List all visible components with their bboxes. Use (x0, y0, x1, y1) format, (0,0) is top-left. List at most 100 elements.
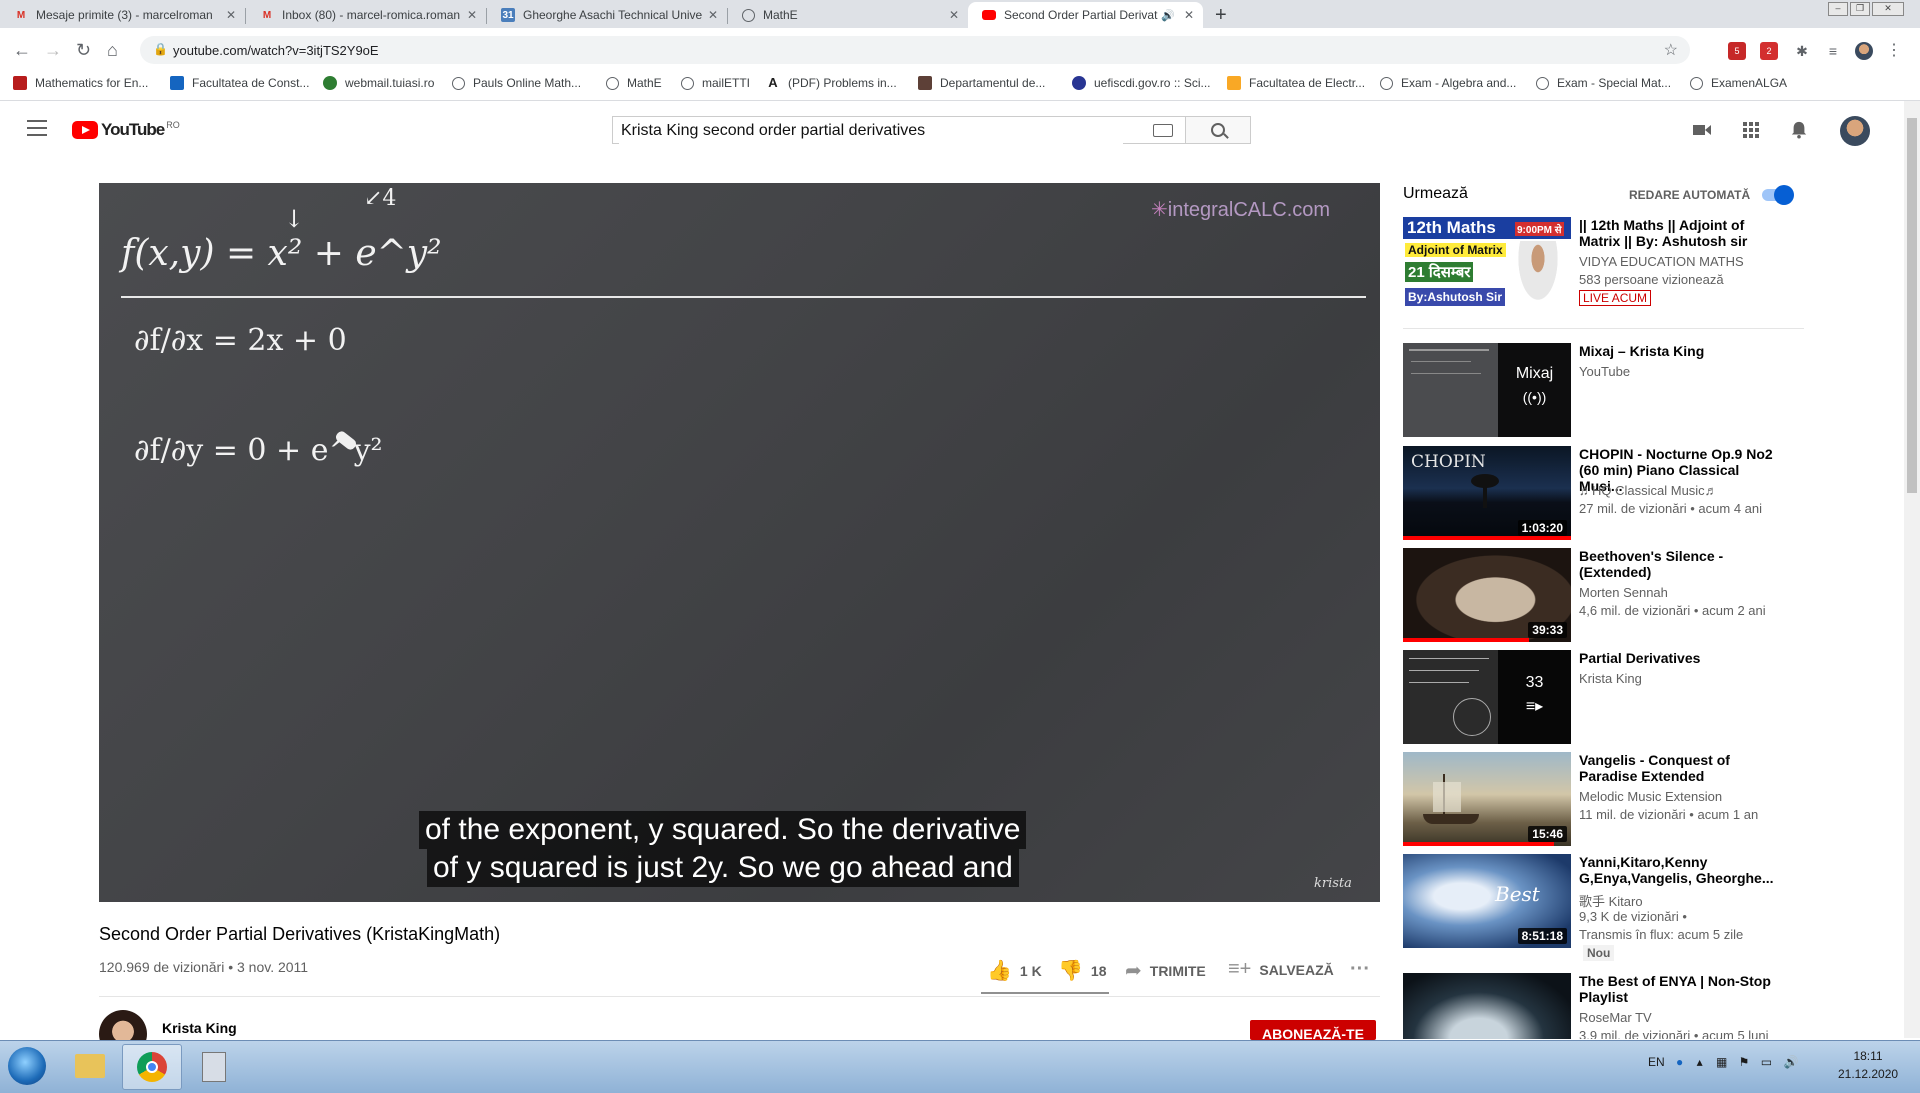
bookmark-item[interactable]: A (PDF) Problems in... (766, 76, 897, 90)
recommendation-item[interactable]: CHOPIN 1:03:20 CHOPIN - Nocturne Op.9 No… (1403, 446, 1798, 540)
language-indicator[interactable]: EN (1648, 1055, 1665, 1069)
minimize-button[interactable]: – (1828, 2, 1848, 16)
bookmark-item[interactable]: Pauls Online Math... (452, 76, 581, 90)
search-button[interactable] (1186, 116, 1251, 144)
channel-name[interactable]: Krista King (162, 1020, 237, 1036)
tray-expand-icon[interactable]: ▴ (1697, 1055, 1703, 1069)
extensions-puzzle-icon[interactable]: ✱ (1793, 42, 1811, 60)
calculator-taskbar-button[interactable] (184, 1044, 242, 1088)
address-bar[interactable]: 🔒 youtube.com/watch?v=3itjTS2Y9oE ☆ (140, 36, 1690, 64)
help-icon[interactable]: ● (1676, 1055, 1683, 1069)
reload-icon[interactable]: ↻ (76, 40, 91, 61)
new-tab-button[interactable]: + (1215, 4, 1227, 27)
bookmark-item[interactable]: Mathematics for En... (13, 76, 148, 90)
recommendation-item[interactable]: 39:33 Beethoven's Silence - (Extended) M… (1403, 548, 1798, 642)
tab-close-icon[interactable]: ✕ (705, 8, 721, 22)
bookmark-item[interactable]: Departamentul de... (918, 76, 1045, 90)
search-input[interactable] (619, 118, 1123, 144)
volume-icon[interactable]: 🔊 (1783, 1055, 1798, 1069)
share-button[interactable]: ➦ TRIMITE (1125, 958, 1206, 983)
taskbar-clock[interactable]: 18:11 21.12.2020 (1838, 1047, 1898, 1083)
video-thumbnail[interactable]: Best 8:51:18 (1403, 854, 1571, 948)
apps-grid-icon[interactable] (1741, 121, 1761, 139)
video-thumbnail[interactable]: 12th Maths 9:00PM से Adjoint of Matrix 2… (1403, 217, 1571, 311)
channel-watermark: ✳integralCALC.com (1151, 197, 1330, 222)
recommendation-item[interactable]: Best 8:51:18 Yanni,Kitaro,Kenny G,Enya,V… (1403, 854, 1798, 964)
windows-start-button[interactable] (8, 1047, 46, 1085)
chrome-taskbar-button[interactable] (122, 1044, 182, 1090)
tab-university[interactable]: 31 Gheorghe Asachi Technical Unive ✕ (487, 2, 727, 28)
globe-icon (1690, 76, 1703, 90)
tab-gmail-1[interactable]: M Mesaje primite (3) - marcelroman ✕ (0, 2, 245, 28)
bookmark-label: (PDF) Problems in... (788, 76, 897, 90)
back-icon[interactable]: ← (13, 40, 31, 61)
create-video-icon[interactable] (1692, 121, 1712, 139)
browser-menu-icon[interactable]: ⋮ (1885, 42, 1903, 60)
bookmark-item[interactable]: Exam - Special Mat... (1536, 76, 1671, 90)
bookmark-item[interactable]: Facultatea de Electr... (1227, 76, 1365, 90)
rec-channel: YouTube (1579, 364, 1631, 379)
bookmark-item[interactable]: ExamenALGA (1690, 76, 1787, 90)
share-arrow-icon: ➦ (1125, 960, 1142, 982)
bookmark-item[interactable]: Facultatea de Const... (170, 76, 309, 90)
flag-icon[interactable]: ⚑ (1739, 1055, 1750, 1069)
tab-close-icon[interactable]: ✕ (464, 8, 480, 22)
tab-close-icon[interactable]: ✕ (223, 8, 239, 22)
tab-close-icon[interactable]: ✕ (946, 8, 962, 22)
dislike-button[interactable]: 👎 18 (1058, 958, 1106, 983)
playlist-thumbnail[interactable]: 33 ≡▸ (1403, 650, 1571, 744)
mix-thumbnail[interactable]: Mixaj ((•)) (1403, 343, 1571, 437)
gmail-icon: M (262, 9, 272, 21)
page-scrollbar[interactable] (1904, 101, 1920, 1038)
recommendation-item[interactable]: Mixaj ((•)) Mixaj – Krista King YouTube (1403, 343, 1798, 437)
recommendation-item[interactable]: The Best of ENYA | Non-Stop Playlist Ros… (1403, 973, 1798, 1039)
best-script-text: Best (1495, 882, 1540, 906)
recommendation-item[interactable]: 12th Maths 9:00PM से Adjoint of Matrix 2… (1403, 217, 1798, 317)
media-queue-icon[interactable]: ≡ (1824, 42, 1842, 60)
chalk-underline (121, 296, 1366, 298)
notifications-bell-icon[interactable] (1789, 121, 1809, 139)
network-icon[interactable]: ▦ (1716, 1055, 1727, 1069)
restore-button[interactable]: ❐ (1850, 2, 1870, 16)
home-icon[interactable]: ⌂ (107, 40, 118, 61)
calendar-icon: 31 (501, 8, 515, 22)
tab-close-icon[interactable]: ✕ (1181, 8, 1197, 22)
recommendation-item[interactable]: 15:46 Vangelis - Conquest of Paradise Ex… (1403, 752, 1798, 846)
keyboard-icon[interactable] (1153, 124, 1173, 137)
tab-gmail-2[interactable]: M Inbox (80) - marcel-romica.roman ✕ (246, 2, 486, 28)
scrollbar-thumb[interactable] (1907, 118, 1917, 493)
chalk-function: f(x,y) = x² + e^y² (121, 233, 442, 274)
like-button[interactable]: 👍 1 K (987, 958, 1042, 983)
tab-youtube-active[interactable]: Second Order Partial Derivat 🔊 ✕ (968, 2, 1203, 28)
file-explorer-taskbar-button[interactable] (60, 1044, 118, 1088)
extension-abp-icon[interactable]: 5 (1728, 42, 1746, 60)
bookmark-item[interactable]: mailETTI (681, 76, 750, 90)
bookmark-item[interactable]: uefiscdi.gov.ro :: Sci... (1072, 76, 1211, 90)
autoplay-toggle[interactable] (1762, 185, 1794, 205)
video-thumbnail[interactable] (1403, 973, 1571, 1039)
tab-mathe[interactable]: MathE ✕ (728, 2, 968, 28)
speaker-icon[interactable]: 🔊 (1161, 9, 1175, 22)
tab-title: Mesaje primite (3) - marcelroman (36, 8, 213, 22)
extension-icon[interactable]: 2 (1760, 42, 1778, 60)
bookmark-item[interactable]: Exam - Algebra and... (1380, 76, 1516, 90)
bookmark-item[interactable]: MathE (606, 76, 662, 90)
hamburger-menu-icon[interactable] (27, 120, 47, 136)
recommendation-item[interactable]: 33 ≡▸ Partial Derivatives Krista King (1403, 650, 1798, 744)
more-actions-button[interactable]: ··· (1350, 958, 1378, 981)
video-player[interactable]: ✳integralCALC.com f(x,y) = x² + e^y² ↓ ↙… (99, 183, 1380, 902)
profile-avatar[interactable] (1855, 42, 1873, 60)
display-icon[interactable]: ▭ (1761, 1055, 1772, 1069)
subscribe-button[interactable]: ABONEAZĂ-TE (1250, 1020, 1376, 1042)
forward-icon[interactable]: → (44, 40, 62, 61)
video-thumbnail[interactable]: 15:46 (1403, 752, 1571, 846)
user-avatar[interactable] (1840, 116, 1870, 146)
bookmark-star-icon[interactable]: ☆ (1664, 40, 1678, 60)
video-thumbnail[interactable]: 39:33 (1403, 548, 1571, 642)
youtube-logo[interactable]: YouTube RO (72, 120, 180, 140)
close-window-button[interactable]: ✕ (1872, 2, 1904, 16)
video-thumbnail[interactable]: CHOPIN 1:03:20 (1403, 446, 1571, 540)
save-button[interactable]: ≡+ SALVEAZĂ (1228, 958, 1334, 981)
bookmark-item[interactable]: webmail.tuiasi.ro (323, 76, 434, 90)
playlist-count: 33 (1525, 674, 1544, 691)
